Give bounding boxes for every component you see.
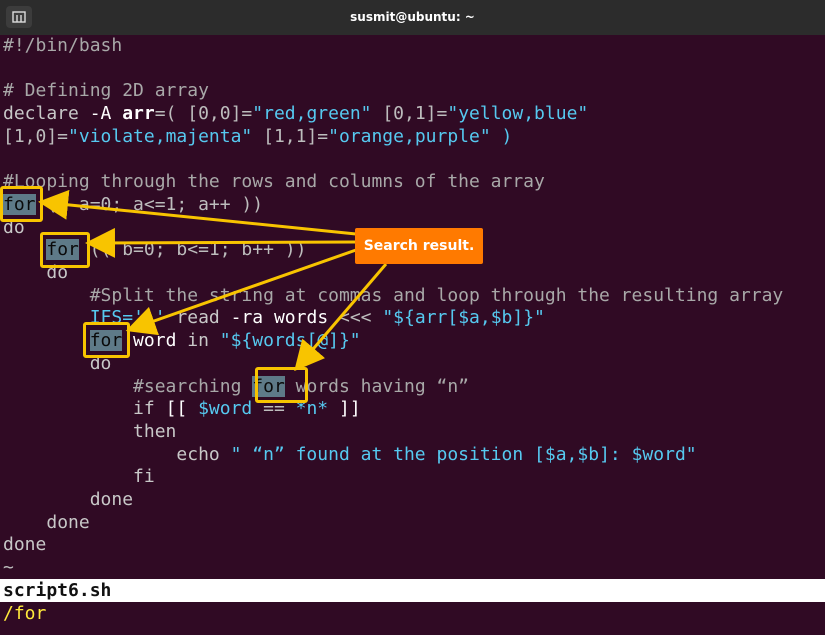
code-line-22: done [46, 511, 90, 533]
code-line-16: #searching for words having “n” [133, 375, 470, 397]
code-line-7: #Looping through the rows and columns of… [3, 171, 545, 193]
match-box-1 [0, 186, 43, 222]
code-line-1: #!/bin/bash [3, 35, 123, 56]
code-line-19: echo " “n” found at the position [$a,$b]… [176, 443, 697, 465]
command-line[interactable]: /for [3, 602, 46, 625]
window-title: susmit@ubuntu: ~ [350, 10, 475, 24]
code-line-12: #Split the string at commas and loop thr… [89, 284, 784, 306]
match-box-2 [40, 232, 90, 268]
empty-line-marker: ~ [3, 557, 14, 578]
code-line-4: declare -A arr=( [0,0]="red,green" [0,1]… [3, 103, 589, 125]
code-line-23: done [3, 534, 47, 556]
match-box-4 [255, 367, 308, 403]
code-line-14: for word in "${words[@]}" [89, 330, 361, 352]
search-result-callout: Search result. [355, 228, 483, 264]
title-bar: susmit@ubuntu: ~ [0, 0, 825, 36]
code-line-21: done [89, 489, 134, 510]
code-line-20: fi [133, 466, 155, 488]
editor-area[interactable]: #!/bin/bash # Defining 2D array declare … [0, 35, 825, 578]
code-line-5: [1,0]="violate,majenta" [1,1]="orange,pu… [3, 125, 513, 147]
status-filename: script6.sh [3, 580, 112, 601]
code-line-18: then [133, 420, 177, 442]
match-box-3 [83, 322, 130, 358]
code-line-3: # Defining 2D array [3, 80, 209, 102]
status-bar: script6.sh [0, 579, 825, 602]
